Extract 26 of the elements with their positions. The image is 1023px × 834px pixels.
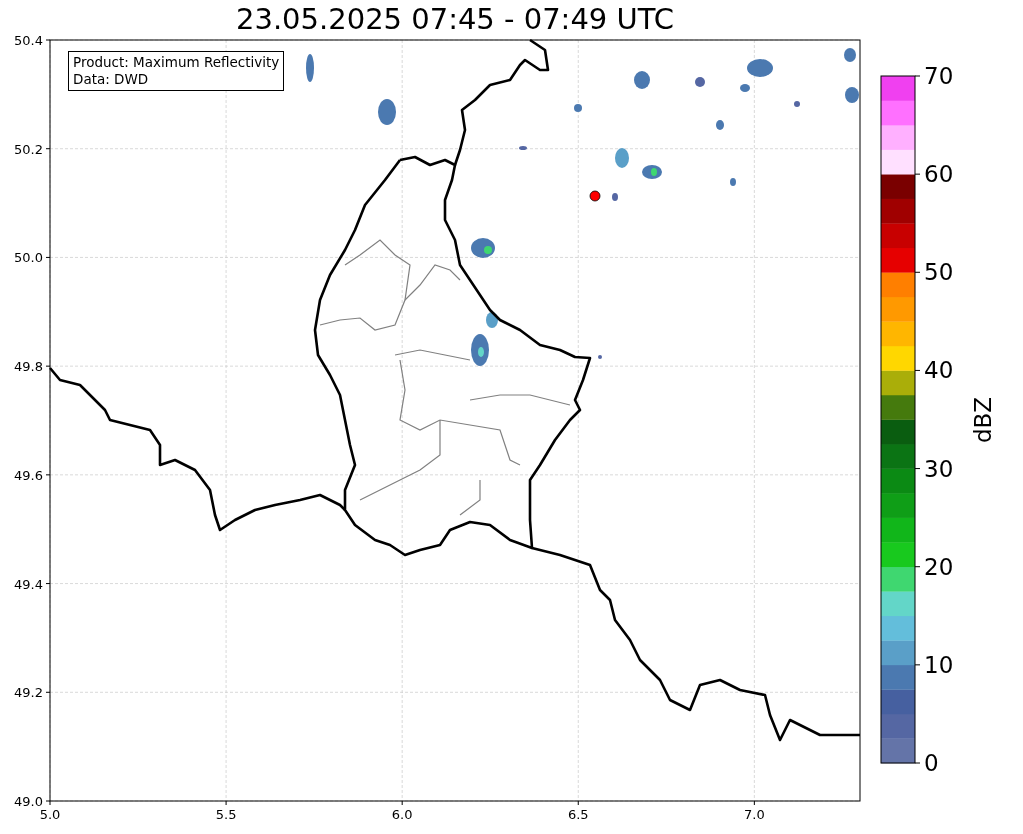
x-tick-label: 5.5	[215, 807, 237, 822]
chart-title: 23.05.2025 07:45 - 07:49 UTC	[235, 1, 675, 32]
legend-text: Data: DWD	[73, 71, 150, 88]
colorbar-tick-label: 10	[924, 651, 954, 678]
x-tick-label: 6.0	[391, 807, 413, 822]
x-tick-label: 7.0	[744, 807, 765, 822]
colorbar-tick-label: 60	[924, 161, 954, 188]
colorbar-tick-label: 20	[924, 553, 954, 580]
colorbar-tick-label: 30	[924, 455, 954, 482]
colorbar-tick-label: 40	[924, 357, 954, 384]
y-tick-label: 50.0	[14, 250, 43, 266]
station-marker-icon	[589, 190, 601, 202]
y-tick-label: 50.2	[14, 141, 43, 157]
y-tick-label: 49.2	[14, 685, 43, 701]
colorbar-label: dBZ	[970, 396, 996, 444]
y-tick-label: 50.4	[14, 33, 43, 48]
legend-text: Product: Maximum Reflectivity	[73, 54, 280, 71]
x-tick-label: 5.0	[39, 807, 61, 822]
x-tick-label: 6.5	[567, 807, 589, 822]
y-tick-label: 49.8	[14, 359, 43, 375]
colorbar-tick-label: 70	[924, 63, 954, 89]
y-tick-label: 49.4	[14, 576, 43, 592]
colorbar-tick-label: 0	[924, 750, 939, 776]
y-tick-label: 49.6	[14, 467, 43, 483]
colorbar-tick-label: 50	[924, 259, 954, 286]
y-tick-label: 49.0	[14, 794, 43, 809]
